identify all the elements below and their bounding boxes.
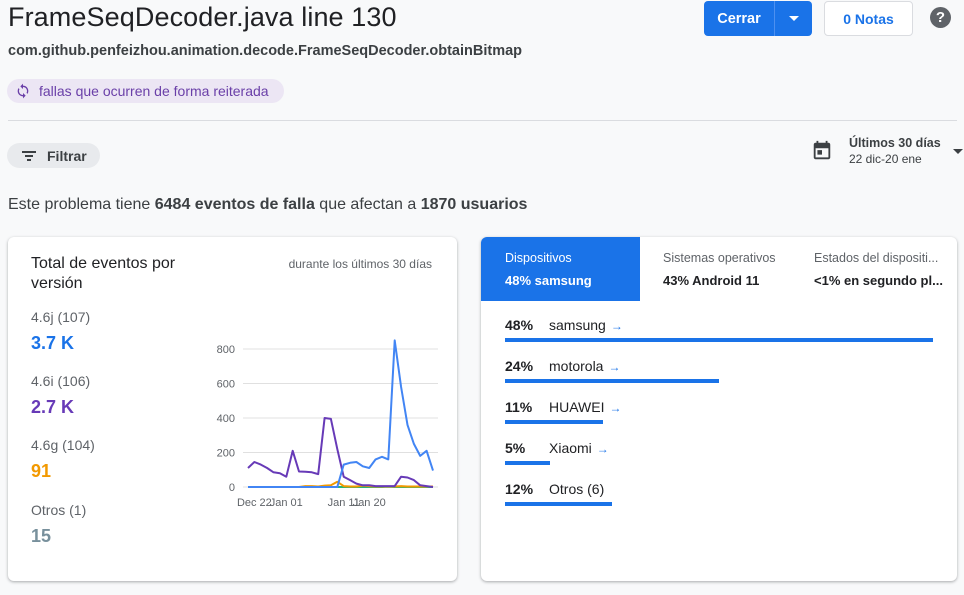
device-name-text: HUAWEI — [549, 399, 605, 415]
devices-card: Dispositivos 48% samsung Sistemas operat… — [481, 237, 957, 581]
issue-summary: Este problema tiene 6484 eventos de fall… — [8, 196, 527, 214]
summary-events: 6484 eventos de falla — [154, 196, 315, 213]
version-item[interactable]: 4.6i (106) 2.7 K — [31, 373, 90, 418]
filter-icon — [22, 150, 36, 161]
device-pct: 11% — [505, 399, 533, 415]
arrow-right-icon: → — [596, 442, 609, 456]
device-share-bar — [505, 502, 612, 506]
arrow-right-icon: → — [609, 401, 622, 415]
versions-card-range: durante los últimos 30 días — [288, 257, 432, 271]
device-share-bar — [505, 379, 719, 383]
repeat-icon — [17, 83, 29, 99]
version-item[interactable]: Otros (1) 15 — [31, 502, 86, 547]
arrow-right-icon: → — [610, 319, 623, 333]
tab-value: 43% Android 11 — [663, 273, 760, 288]
device-name-text: samsung — [549, 317, 606, 333]
close-options-button[interactable] — [775, 1, 812, 36]
version-count: 15 — [31, 526, 52, 546]
version-count: 2.7 K — [31, 397, 75, 417]
version-count: 91 — [31, 461, 52, 481]
device-share-bar — [505, 338, 933, 342]
tab-operating-systems[interactable]: Sistemas operativos 43% Android 11 — [640, 237, 792, 301]
tab-value: <1% en segundo pl... — [814, 273, 943, 288]
tab-label: Estados del dispositi... — [814, 251, 939, 265]
device-share-bar — [505, 420, 603, 424]
device-name-text: motorola — [549, 358, 604, 374]
device-pct: 24% — [505, 358, 534, 374]
device-pct: 12% — [505, 481, 534, 497]
filter-button[interactable]: Filtrar — [7, 143, 100, 168]
filter-label: Filtrar — [47, 147, 87, 164]
version-label: 4.6g (104) — [31, 437, 95, 453]
notes-button[interactable]: 0 Notas — [824, 1, 913, 36]
summary-middle: que afectan a — [314, 196, 421, 213]
tab-devices[interactable]: Dispositivos 48% samsung — [481, 237, 640, 301]
device-name: HUAWEI → — [549, 399, 621, 415]
chevron-down-icon — [788, 15, 799, 21]
device-name: samsung → — [549, 317, 623, 333]
device-pct: 5% — [505, 440, 526, 456]
x-tick-label: Jan 20 — [353, 497, 386, 509]
device-name-text: Xiaomi — [549, 440, 592, 456]
issue-title: FrameSeqDecoder.java line 130 — [8, 2, 397, 32]
arrow-right-icon: → — [608, 360, 621, 374]
tab-label: Dispositivos — [505, 251, 572, 265]
version-label: Otros (1) — [31, 502, 87, 518]
tab-value: 48% samsung — [505, 273, 592, 288]
version-label: 4.6j (107) — [31, 309, 91, 325]
y-tick-label: 400 — [217, 413, 235, 425]
y-tick-label: 0 — [229, 482, 235, 494]
issue-subtitle: com.github.penfeizhou.animation.decode.F… — [8, 43, 523, 59]
calendar-icon — [813, 140, 831, 160]
version-label: 4.6i (106) — [31, 373, 91, 389]
device-name: Otros (6) — [549, 481, 604, 497]
device-name: Xiaomi → — [549, 440, 609, 456]
date-range-picker[interactable]: Últimos 30 días 22 dic-20 ene — [811, 136, 963, 166]
date-range-value: 22 dic-20 ene — [849, 152, 922, 166]
x-tick-label: Jan 01 — [270, 497, 303, 509]
caret-down-icon — [952, 148, 963, 154]
versions-card-title: Total de eventos por versión — [31, 255, 176, 292]
regression-chip[interactable]: fallas que ocurren de forma reiterada — [7, 79, 284, 103]
device-name-text: Otros (6) — [549, 481, 605, 497]
date-range-title: Últimos 30 días — [849, 136, 941, 150]
events-line-chart: 0200400600800Dec 22Jan 01 Jan 11Jan 20 — [217, 339, 438, 509]
y-tick-label: 800 — [217, 344, 235, 356]
tab-device-states[interactable]: Estados del dispositi... <1% en segundo … — [792, 237, 957, 301]
device-pct: 48% — [505, 317, 534, 333]
x-tick-label: Dec 22 — [237, 497, 272, 509]
summary-prefix: Este problema tiene — [8, 196, 155, 213]
y-tick-label: 200 — [217, 448, 235, 460]
chip-label: fallas que ocurren de forma reiterada — [39, 83, 269, 99]
version-item[interactable]: 4.6g (104) 91 — [31, 437, 95, 482]
version-item[interactable]: 4.6j (107) 3.7 K — [31, 309, 90, 354]
help-icon[interactable]: ? — [930, 7, 951, 28]
tab-label: Sistemas operativos — [663, 251, 776, 265]
versions-card: Total de eventos por versión durante los… — [8, 237, 457, 581]
close-button[interactable]: Cerrar — [704, 1, 775, 36]
y-tick-label: 600 — [217, 379, 235, 391]
summary-users: 1870 usuarios — [420, 196, 528, 213]
device-share-bar — [505, 461, 550, 465]
breakdown-tabs: Dispositivos 48% samsung Sistemas operat… — [481, 237, 957, 301]
header-divider — [8, 120, 957, 121]
close-split-button: Cerrar — [704, 1, 812, 36]
device-name: motorola → — [549, 358, 620, 374]
version-count: 3.7 K — [31, 333, 75, 353]
